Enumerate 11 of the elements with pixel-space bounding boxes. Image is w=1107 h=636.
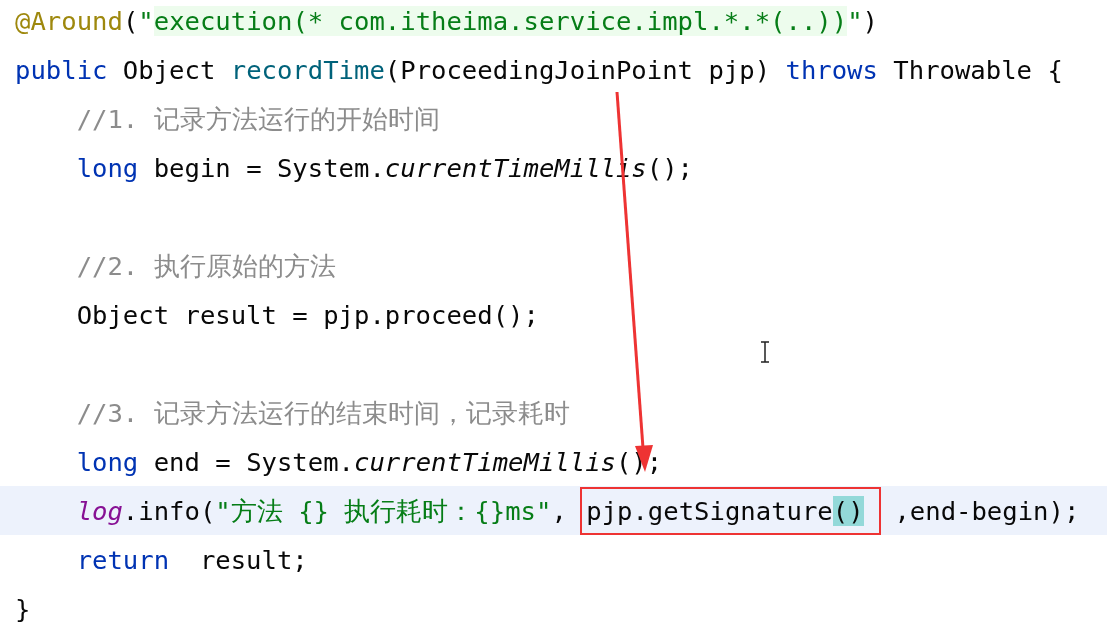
code-text: //3. 记录方法运行的结束时间，记录耗时 (76, 396, 570, 430)
code-text: Object result = pjp.proceed(); (76, 298, 539, 332)
code-text: return result; (76, 543, 308, 577)
code-text: //2. 执行原始的方法 (76, 249, 336, 283)
highlight-box: pjp.getSignature() (582, 488, 879, 533)
code-text: public Object recordTime(ProceedingJoinPoint pjp) throws Throwable { (15, 53, 1063, 87)
code-text: ,end-begin); (894, 494, 1080, 528)
code-text: //1. 记录方法运行的开始时间 (76, 102, 440, 136)
code-text: log.info("方法 {} 执行耗时：{}ms", (76, 494, 567, 528)
text-cursor-icon (760, 341, 770, 363)
code-text: } (15, 592, 31, 626)
